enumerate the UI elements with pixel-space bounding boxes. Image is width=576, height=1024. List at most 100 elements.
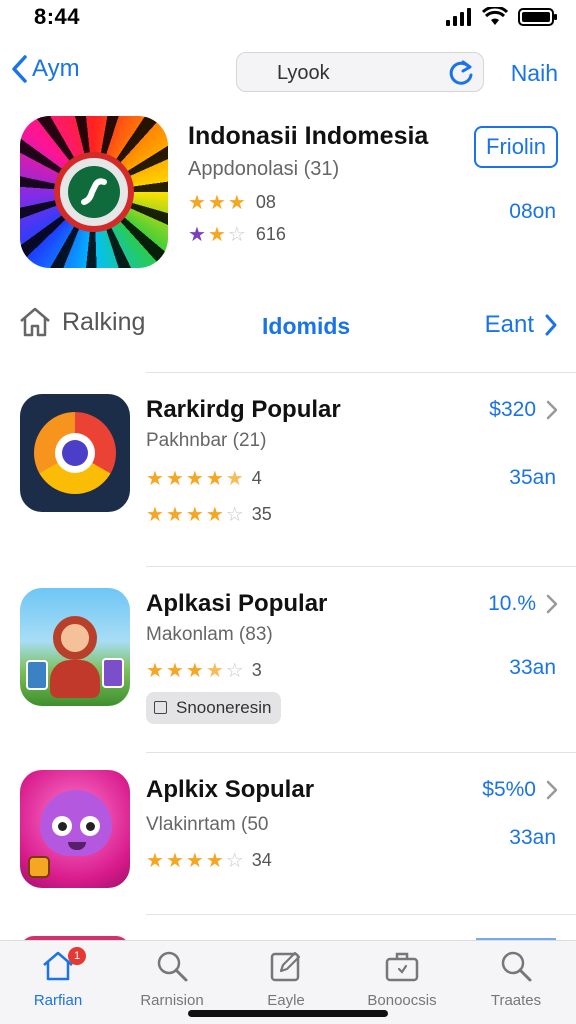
app-size: 33an [509,656,556,679]
category-tag-label: Snooneresin [176,698,272,717]
star-icon: ★ [165,467,184,490]
tab-search-2[interactable]: Traates [466,949,566,1009]
ranking-tab[interactable]: Ralking [18,306,145,338]
status-bar: 8:44 [0,0,576,40]
tab-search[interactable]: Rarnision [122,949,222,1009]
star-half-icon: ★ [205,659,224,682]
rating-count: 34 [251,850,272,870]
list-item[interactable]: Aplkasi Popular Makonlam (83) ★ ★ ★ ★ ☆ … [0,582,576,752]
star-icon: ★ [205,849,224,872]
featured-rating-2: ★ ★ ☆ 616 [188,224,286,245]
star-icon: ★ [185,849,204,872]
app-rating-1: ★ ★ ★ ★ ★ 4 [146,468,262,489]
notification-badge: 1 [68,947,86,965]
star-icon: ★ [185,467,204,490]
middle-tab[interactable]: Idomids [262,313,350,340]
see-all-link[interactable]: Eant [485,311,558,339]
rating-count: 4 [251,468,262,488]
star-icon: ★ [188,223,206,246]
music-disc-icon [54,152,134,232]
edit-icon [270,951,301,982]
star-icon: ★ [207,191,226,214]
tab-label: Eayle [267,992,305,1009]
purple-monster-icon[interactable] [20,770,130,888]
star-empty-icon: ☆ [225,659,244,682]
refresh-icon[interactable] [447,58,477,88]
briefcase-icon [385,952,419,982]
chevron-right-icon[interactable] [546,400,558,420]
rating-count: 08 [255,192,276,212]
star-icon: ★ [205,503,224,526]
rating-count: 35 [251,504,272,524]
rating-count: 3 [251,660,262,680]
tab-home[interactable]: 1 Rarfian [8,947,108,1009]
get-button[interactable]: Friolin [474,126,558,168]
star-half-icon: ★ [225,467,244,490]
home-outline-icon [20,307,50,337]
featured-app-subtitle: Appdonolasi (31) [188,158,340,180]
chevron-right-icon [545,314,557,336]
chrome-icon[interactable] [20,394,130,512]
featured-app-icon[interactable] [20,116,168,268]
tab-label: Rarnision [140,992,204,1009]
star-icon: ★ [146,503,164,526]
see-all-label: Eant [484,311,534,338]
section-header: Ralking Idomids Eant [0,298,576,354]
star-icon: ★ [146,849,164,872]
app-price[interactable]: $5%0 [482,778,536,802]
back-button[interactable]: Aym [10,54,80,84]
nav-bar: Aym Lyook Naih [0,46,576,100]
app-title: Rarkirdg Popular [146,396,341,423]
search-input-value[interactable]: Lyook [277,62,330,85]
star-icon: ★ [165,659,184,682]
star-icon: ★ [146,467,164,490]
rating-count: 616 [255,224,286,244]
app-rating-1: ★ ★ ★ ★ ☆ 3 [146,660,262,681]
tab-label: Traates [490,992,542,1009]
app-price[interactable]: 10.% [488,592,536,616]
chevron-left-icon [12,55,27,83]
app-rating-2: ★ ★ ★ ★ ☆ 35 [146,504,272,525]
app-subtitle: Pakhnbar (21) [146,430,267,451]
chevron-right-icon[interactable] [546,594,558,614]
app-subtitle: Makonlam (83) [146,624,273,645]
app-size: 33an [509,826,556,849]
featured-app[interactable]: Indonasii Indomesia Appdonolasi (31) ★ ★… [0,112,576,272]
star-icon: ★ [207,223,226,246]
search-icon [501,951,532,982]
search-field[interactable]: Lyook [236,52,484,92]
list-item[interactable]: Aplkix Sopular Vlakinrtam (50 ★ ★ ★ ★ ☆ … [0,766,576,926]
star-icon: ★ [205,467,224,490]
back-label: Aym [32,55,80,82]
divider [146,752,576,753]
divider [146,372,576,373]
home-indicator[interactable] [188,1010,388,1017]
divider [146,566,576,567]
star-icon: ★ [185,503,204,526]
tab-label: Bonoocsis [367,992,437,1009]
list-item[interactable]: Rarkirdg Popular Pakhnbar (21) ★ ★ ★ ★ ★… [0,388,576,558]
wifi-icon [482,7,508,25]
star-icon: ★ [185,659,204,682]
app-size: 35an [509,466,556,489]
app-title: Aplkasi Popular [146,590,328,617]
tab-label: Rarfian [33,992,83,1009]
game-character-icon[interactable] [20,588,130,706]
star-icon: ★ [146,659,164,682]
tab-edit[interactable]: Eayle [236,949,336,1009]
featured-app-title: Indonasii Indomesia [188,122,429,150]
status-time: 8:44 [34,4,81,29]
star-icon: ★ [165,503,184,526]
category-tag[interactable]: Snooneresin [146,692,282,724]
app-price[interactable]: $320 [489,398,536,422]
battery-icon [518,8,557,26]
star-empty-icon: ☆ [227,223,246,246]
tab-briefcase[interactable]: Bonoocsis [352,949,452,1009]
signal-icon [446,8,471,26]
checkbox-icon [154,701,167,714]
featured-app-size: 08on [509,200,556,223]
next-button[interactable]: Naih [511,60,558,87]
app-subtitle: Vlakinrtam (50 [146,814,269,835]
chevron-right-icon[interactable] [546,780,558,800]
star-icon: ★ [188,191,206,214]
